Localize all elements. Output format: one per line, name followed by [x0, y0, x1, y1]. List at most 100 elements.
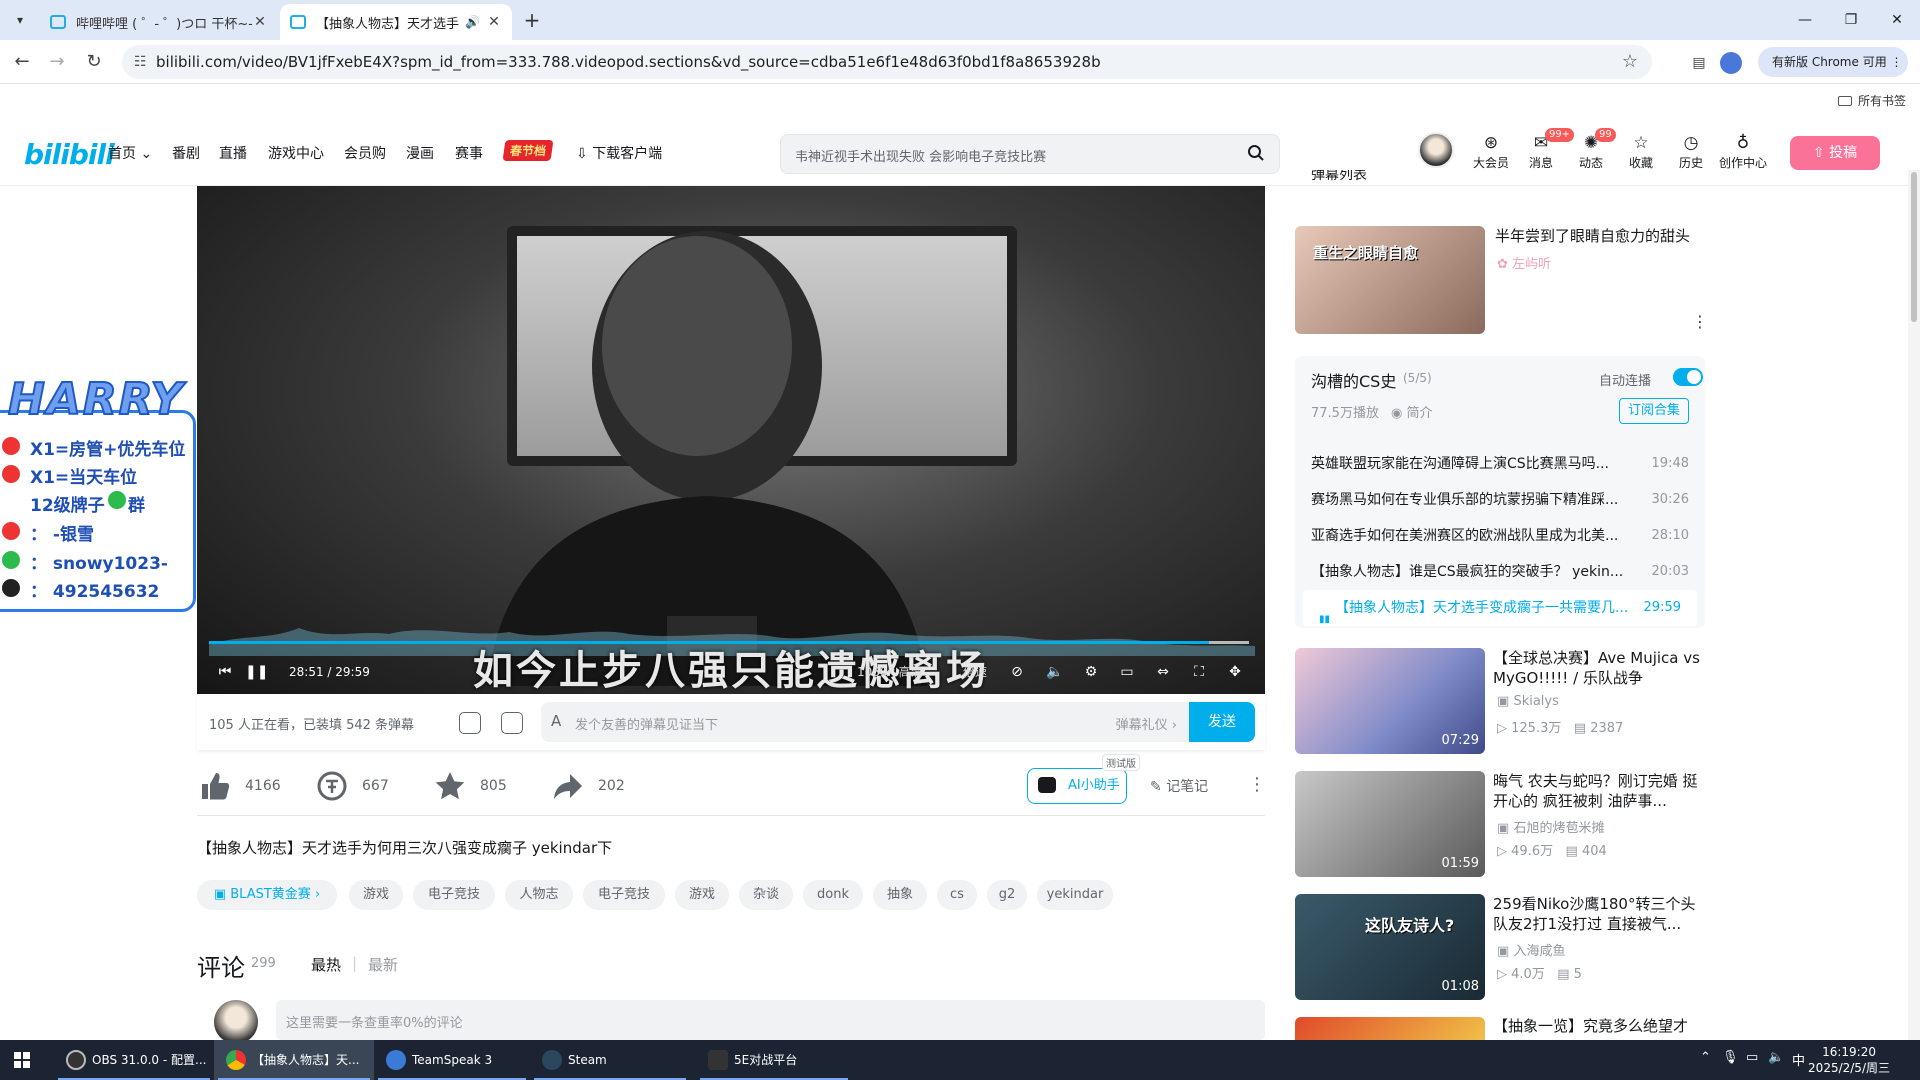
search-icon[interactable]: [1247, 144, 1265, 162]
rec-title[interactable]: 【全球总决赛】Ave Mujica vs MyGO!!!!! / 乐队战争【20…: [1493, 648, 1707, 690]
playlist-intro[interactable]: ◉ 简介: [1391, 402, 1433, 421]
tag-item[interactable]: g2: [987, 880, 1027, 910]
playlist-item[interactable]: 赛场黑马如何在专业俱乐部的坑蒙拐骗下精准踩... 30:26: [1295, 482, 1705, 518]
entry-vip[interactable]: ⊛ 大会员: [1467, 132, 1515, 171]
bilibili-logo[interactable]: bilibili: [24, 138, 115, 171]
download-client-link[interactable]: ⇩ 下载客户端: [576, 143, 662, 163]
tag-item[interactable]: 抽象: [873, 880, 927, 910]
network-icon[interactable]: ▭: [1746, 1050, 1758, 1065]
back-button[interactable]: ←: [10, 50, 34, 74]
comment-input[interactable]: 这里需要一条查重率0%的评论: [276, 1000, 1265, 1040]
address-bar[interactable]: ☷ bilibili.com/video/BV1jfFxebE4X?spm_id…: [122, 45, 1652, 79]
entry-creator-center[interactable]: ♁ 创作中心: [1719, 132, 1767, 171]
close-icon[interactable]: ✕: [486, 14, 502, 30]
more-options-icon[interactable]: ⋮: [1692, 312, 1708, 331]
playlist-item[interactable]: 亚裔选手如何在美洲赛区的欧洲战队里成为北美... 28:10: [1295, 518, 1705, 554]
danmaku-toggle-icon[interactable]: [459, 712, 481, 734]
web-fullscreen-icon[interactable]: ⛶: [1187, 660, 1211, 684]
site-info-icon[interactable]: ☷: [134, 45, 147, 79]
tag-item[interactable]: cs: [937, 880, 977, 910]
rec-up-name[interactable]: ▣ 石旭的烤苞米摊: [1497, 817, 1604, 836]
tag-item[interactable]: 杂谈: [739, 880, 793, 910]
tag-item[interactable]: donk: [803, 880, 863, 910]
playlist-item[interactable]: 英雄联盟玩家能在沟通障碍上演CS比赛黑马吗... 19:48: [1295, 446, 1705, 482]
taskbar-5e[interactable]: 5E对战平台: [696, 1040, 852, 1080]
like-button[interactable]: 4166: [199, 768, 281, 804]
taskbar-chrome[interactable]: 【抽象人物志】天...: [214, 1040, 374, 1080]
all-bookmarks-button[interactable]: 所有书签: [1837, 92, 1906, 109]
rec-title[interactable]: 259看Niko沙鹰180°转三个头 队友2打1没打过 直接被气...: [1493, 894, 1707, 936]
playlist-item-current[interactable]: ▮▮ 【抽象人物志】天才选手变成瘸子一共需要几... 29:59: [1303, 590, 1697, 626]
nav-live[interactable]: 直播: [219, 143, 247, 163]
nav-manga[interactable]: 漫画: [406, 143, 434, 163]
ime-indicator[interactable]: 中: [1792, 1050, 1805, 1069]
browser-tab-bilibili-home[interactable]: 哔哩哔哩 ( ゜- ゜)つロ 干杯~-bilibili ✕: [40, 4, 278, 40]
entry-messages[interactable]: ✉ 99+ 消息: [1517, 128, 1575, 171]
update-chrome-button[interactable]: 有新版 Chrome 可用 ⋮: [1758, 47, 1908, 77]
tag-item[interactable]: 电子竞技: [413, 880, 495, 910]
pause-icon[interactable]: ❚❚: [245, 660, 268, 684]
scrollbar-thumb[interactable]: [1911, 172, 1917, 322]
fullscreen-icon[interactable]: ✥: [1223, 660, 1247, 684]
entry-history[interactable]: ◷ 历史: [1667, 132, 1715, 171]
entry-dynamic[interactable]: ✺ 99 动态: [1567, 128, 1616, 171]
nav-mall[interactable]: 会员购: [344, 143, 386, 163]
page-scrollbar[interactable]: [1908, 170, 1920, 1040]
favorite-button[interactable]: 805: [434, 768, 507, 804]
tray-overflow-icon[interactable]: ⌃: [1700, 1050, 1711, 1065]
windows-start-icon[interactable]: [14, 1052, 30, 1068]
rec-thumbnail[interactable]: 01:59: [1295, 771, 1485, 877]
subtitle-off-icon[interactable]: ⊘: [1005, 660, 1029, 684]
prev-icon[interactable]: ⏮: [215, 660, 235, 684]
speaker-icon[interactable]: 🔊: [465, 15, 480, 29]
playlist-item[interactable]: 【抽象人物志】谁是CS最疯狂的突破手？ yekin... 20:03: [1295, 554, 1705, 590]
search-box[interactable]: 韦神近视手术出现失败 会影响电子竞技比赛: [780, 134, 1280, 174]
ai-assistant-button[interactable]: AI小助手: [1027, 768, 1127, 804]
reload-button[interactable]: ↻: [82, 50, 106, 74]
entry-favorites[interactable]: ☆ 收藏: [1617, 132, 1665, 171]
pip-icon[interactable]: ▭: [1115, 660, 1139, 684]
browser-tab-video[interactable]: 【抽象人物志】天才选手为何用三次八强变成瘸子 🔊 ✕: [280, 4, 512, 40]
tag-item[interactable]: 游戏: [675, 880, 729, 910]
tag-item[interactable]: yekindar: [1037, 880, 1113, 910]
ad-title[interactable]: 半年尝到了眼睛自愈力的甜头: [1495, 226, 1705, 246]
taskbar-steam[interactable]: Steam: [530, 1040, 690, 1080]
rec-thumbnail[interactable]: 07:29: [1295, 648, 1485, 754]
rec-title[interactable]: 【抽象一览】究竟多么绝望才: [1493, 1016, 1707, 1038]
playlist-title[interactable]: 沟槽的CS史: [1311, 368, 1396, 392]
danmaku-input[interactable]: A 发个友善的弹幕见证当下 弹幕礼仪 ›: [541, 702, 1189, 742]
video-player[interactable]: 如今止步八强只能遗憾离场 ⏮ ❚❚ 28:51 / 29:59 1080P 高清…: [197, 186, 1265, 694]
danmaku-list-header[interactable]: 弹幕列表: [1295, 170, 1705, 186]
taskbar-obs[interactable]: OBS 31.0.0 - 配置...: [54, 1040, 214, 1080]
send-danmaku-button[interactable]: 发送: [1189, 702, 1255, 742]
font-style-icon[interactable]: A: [551, 712, 561, 730]
nav-home[interactable]: 首页 ⌄: [108, 143, 152, 163]
autoplay-toggle[interactable]: [1673, 368, 1703, 386]
profile-avatar[interactable]: [1720, 52, 1742, 74]
tab-search-button[interactable]: ▾: [8, 8, 32, 32]
bookmark-star-icon[interactable]: ☆: [1622, 45, 1638, 79]
festival-badge[interactable]: 春节档: [502, 140, 554, 161]
rec-up-name[interactable]: ▣ 入海咸鱼: [1497, 940, 1565, 959]
more-options-icon[interactable]: ⋮: [1248, 774, 1266, 795]
forward-button[interactable]: →: [45, 50, 69, 74]
danmaku-etiquette-link[interactable]: 弹幕礼仪 ›: [1116, 714, 1177, 733]
ad-thumbnail[interactable]: 重生之眼睛自愈: [1295, 226, 1485, 334]
restore-button[interactable]: ❐: [1828, 0, 1874, 40]
nav-bangumi[interactable]: 番剧: [172, 143, 200, 163]
minimize-button[interactable]: —: [1782, 0, 1828, 40]
quality-button[interactable]: 1080P 高清: [857, 660, 923, 684]
rec-up-name[interactable]: ▣ Skialys: [1497, 694, 1559, 709]
system-clock[interactable]: 16:19:20 2025/2/5/周三: [1808, 1044, 1890, 1076]
share-button[interactable]: 202: [552, 768, 625, 804]
tag-item[interactable]: ▣ BLAST黄金赛 ›: [197, 880, 337, 910]
speed-button[interactable]: 倍速: [963, 660, 987, 684]
widescreen-icon[interactable]: ⇔: [1151, 660, 1175, 684]
tag-item[interactable]: 电子竞技: [583, 880, 665, 910]
taskbar-teamspeak[interactable]: TeamSpeak 3: [374, 1040, 530, 1080]
sort-new-tab[interactable]: 最新: [368, 954, 398, 975]
sort-hot-tab[interactable]: 最热: [311, 954, 341, 975]
tag-item[interactable]: 游戏: [349, 880, 403, 910]
close-window-button[interactable]: ✕: [1874, 0, 1920, 40]
upload-button[interactable]: ⇧ 投稿: [1790, 136, 1880, 170]
